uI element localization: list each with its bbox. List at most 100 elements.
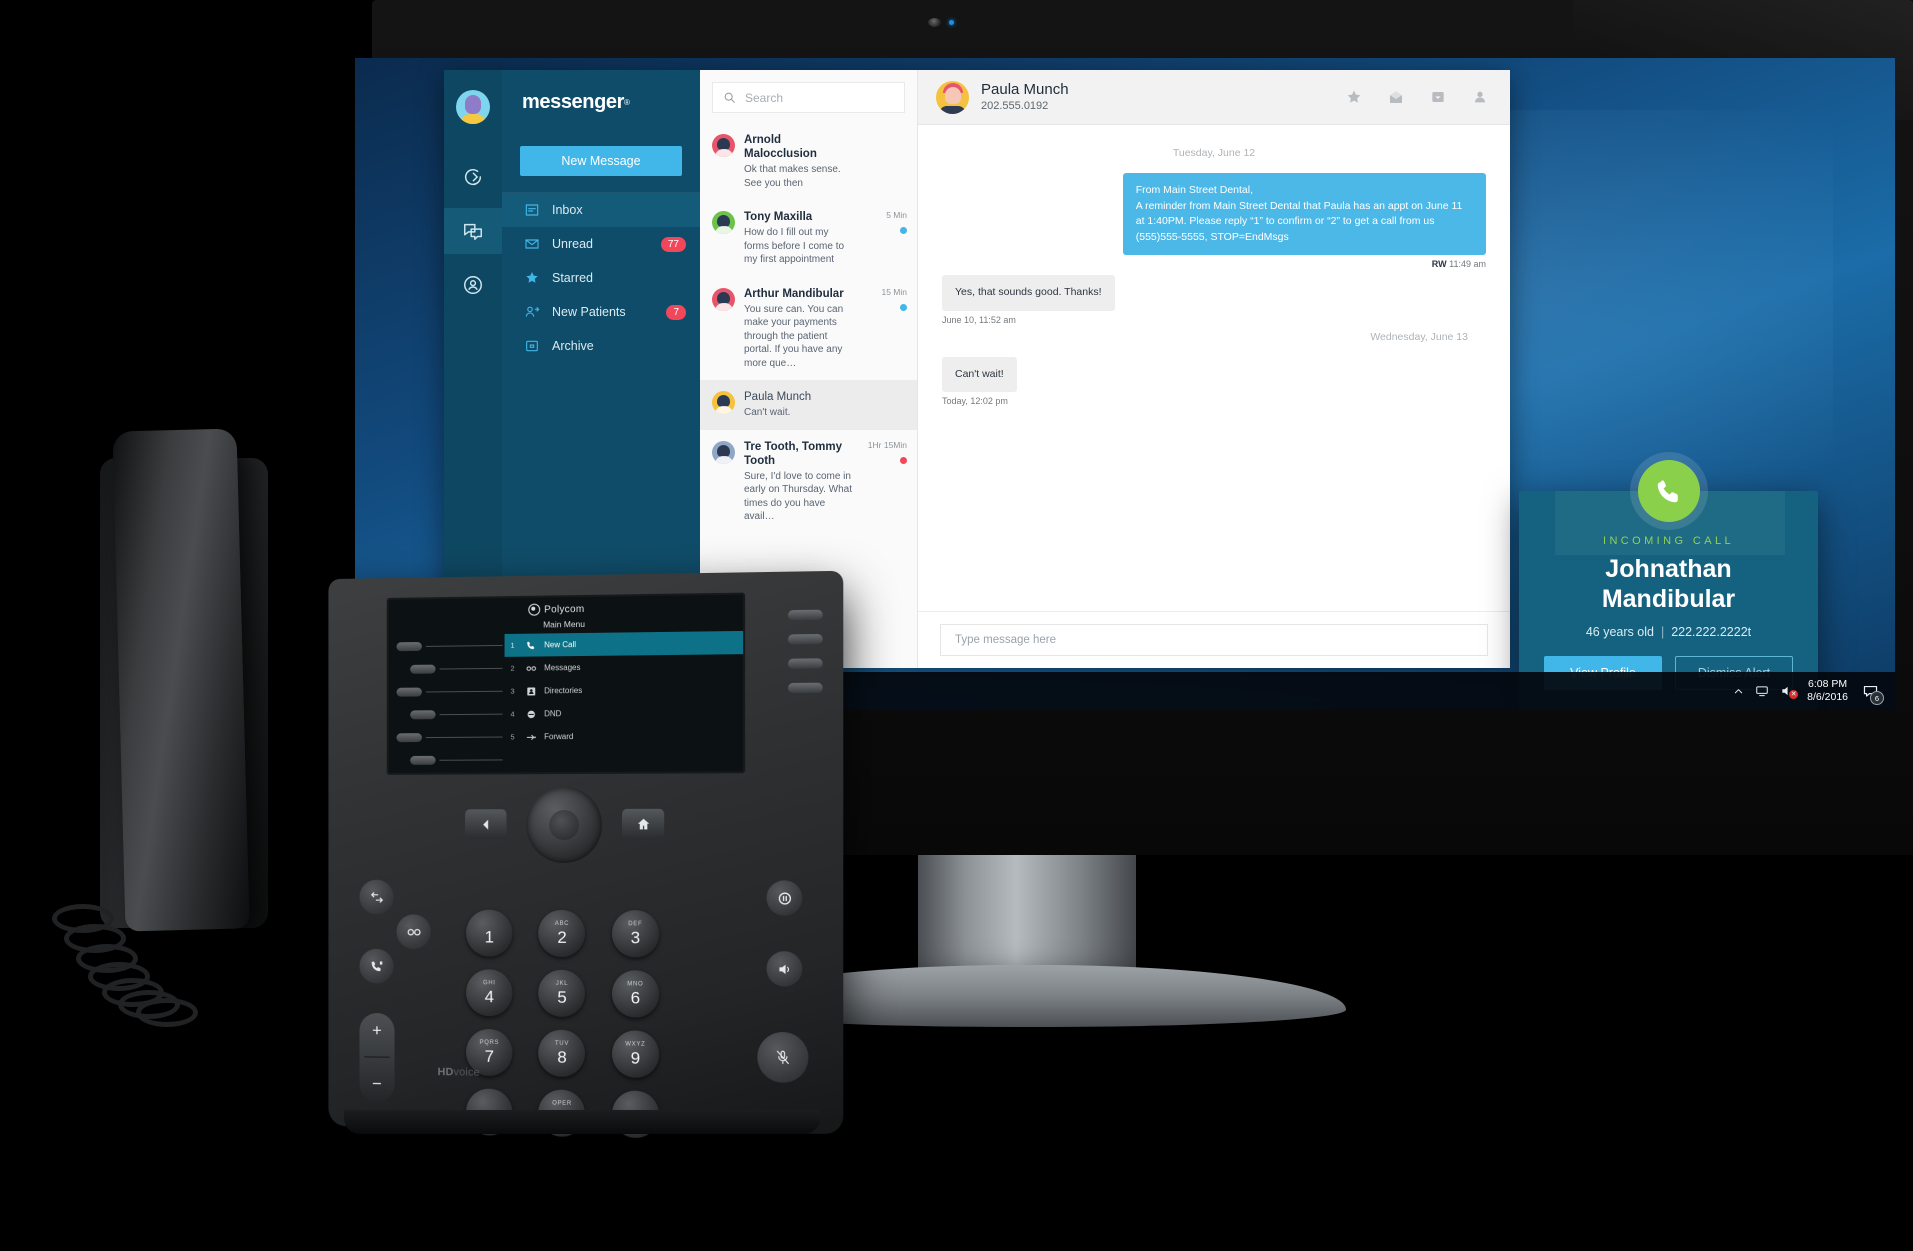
thread-contact-phone: 202.555.0192: [981, 100, 1049, 112]
keypad-key-5[interactable]: JKL 5: [538, 969, 586, 1018]
conversation-item[interactable]: Paula Munch Can't wait.: [700, 380, 917, 430]
message-scroll-area: Tuesday, June 12 From Main Street Dental,…: [918, 125, 1510, 611]
conversation-text: Tony Maxilla How do I fill out my forms b…: [744, 210, 856, 267]
nav-item-unread[interactable]: Unread 77: [502, 227, 700, 261]
message-day-separator: Tuesday, June 12: [1172, 147, 1256, 159]
handset-cord: [44, 890, 234, 1040]
sender-initials: RW: [1431, 259, 1447, 269]
message-timestamp: RW 11:49 am: [942, 259, 1486, 269]
new-message-area: New Message: [502, 134, 700, 192]
polycom-mark-icon: [528, 603, 541, 616]
back-button[interactable]: [465, 809, 507, 840]
conversation-list: Arnold Malocclusion Ok that makes sense. …: [700, 123, 917, 534]
conversation-meta: [865, 390, 907, 420]
volume-muted-icon[interactable]: ✕: [1780, 684, 1799, 699]
search-input[interactable]: [743, 89, 894, 106]
phone-menu-item[interactable]: 5 Forward: [505, 724, 744, 749]
dnd-icon: [524, 707, 538, 720]
polycom-desk-phone: Polycom Main Menu 1 New Call 2 Messages 3 Dir…: [44, 428, 844, 1210]
phone-icon: [524, 639, 538, 652]
phone-menu-number: 5: [510, 732, 515, 742]
search-box[interactable]: [712, 82, 905, 113]
mute-key[interactable]: [757, 1031, 809, 1084]
message-input[interactable]: [953, 633, 1475, 647]
phone-line-keys[interactable]: [787, 609, 829, 708]
dpad-control[interactable]: [526, 786, 602, 864]
headset-key[interactable]: [359, 948, 394, 984]
volume-up-button[interactable]: +: [372, 1021, 382, 1041]
message-bubble-in: Yes, that sounds good. Thanks!: [942, 275, 1115, 311]
profile-icon[interactable]: [1472, 89, 1488, 105]
conversation-preview: Can't wait.: [744, 407, 791, 418]
phone-handset[interactable]: [112, 428, 250, 932]
keypad-key-8[interactable]: TUV 8: [538, 1029, 586, 1078]
conversation-item[interactable]: Arthur Mandibular You sure can. You can m…: [700, 277, 917, 381]
phone-menu-item[interactable]: 1 New Call: [504, 630, 744, 657]
home-button[interactable]: [621, 808, 665, 839]
transfer-key[interactable]: [359, 879, 394, 915]
webcam-led-indicator: [949, 20, 954, 25]
nav-item-inbox[interactable]: Inbox: [502, 193, 700, 227]
show-hidden-icons[interactable]: [1733, 686, 1744, 697]
phone-menu-number: 2: [510, 663, 515, 673]
voicemail-icon: [524, 661, 538, 674]
nav-item-archive[interactable]: Archive: [502, 329, 700, 363]
phone-menu-label: DND: [544, 709, 562, 719]
keypad-key-9[interactable]: WXYZ 9: [611, 1030, 659, 1079]
conversation-item[interactable]: Arnold Malocclusion Ok that makes sense. …: [700, 123, 917, 200]
speakerphone-key[interactable]: [766, 951, 803, 987]
user-avatar[interactable]: [456, 90, 490, 124]
phone-menu-item[interactable]: 3 Directories: [505, 677, 744, 702]
volume-down-button[interactable]: −: [372, 1074, 382, 1094]
phone-main-menu: 1 New Call 2 Messages 3 Directories 4 DND 5 Forwa…: [504, 630, 744, 749]
conversation-meta: 15 Min: [865, 287, 907, 371]
keypad-digit: 5: [557, 987, 567, 1007]
dpad-select-button[interactable]: [549, 810, 580, 841]
messages-icon[interactable]: [444, 208, 502, 254]
conversation-avatar: [712, 287, 735, 311]
conversation-text: Arthur Mandibular You sure can. You can m…: [744, 287, 856, 371]
phone-menu-item[interactable]: 2 Messages: [505, 654, 744, 680]
conversation-time: 15 Min: [881, 286, 907, 297]
thread-contact-avatar: [936, 80, 969, 114]
new-message-button[interactable]: New Message: [520, 146, 682, 176]
archive-icon[interactable]: [1430, 89, 1446, 105]
volume-rocker[interactable]: + −: [359, 1012, 395, 1103]
phone-menu-label: Directories: [544, 685, 583, 696]
keypad-key-6[interactable]: MNO 6: [611, 970, 659, 1018]
thread-header: Paula Munch 202.555.0192: [918, 70, 1510, 125]
keypad-digit: 7: [484, 1046, 495, 1066]
nav-item-starred[interactable]: Starred: [502, 261, 700, 295]
contacts-icon[interactable]: [444, 262, 502, 308]
nav-item-new-patients[interactable]: New Patients 7: [502, 295, 700, 329]
voicemail-key[interactable]: [396, 914, 431, 950]
message-row: From Main Street Dental, A reminder from…: [942, 173, 1486, 269]
nav-item-label: New Patients: [552, 305, 626, 319]
phone-menu-item[interactable]: 4 DND: [505, 701, 744, 726]
caller-details: 46 years old | 222.222.2222t: [1519, 625, 1818, 639]
notification-center-icon[interactable]: 6: [1859, 680, 1884, 705]
search-area: [700, 70, 917, 123]
hold-key[interactable]: [766, 880, 803, 916]
keypad-key-2[interactable]: ABC 2: [538, 909, 586, 958]
taskbar-clock[interactable]: 6:08 PM 8/6/2016: [1807, 678, 1848, 704]
phone-keypad: 1ABC2DEF3GHI4JKL5MNO6PQRS7TUV8WXYZ9*OPER…: [453, 909, 672, 1139]
keypad-key-1[interactable]: 1: [466, 909, 513, 957]
system-tray: ✕ 6:08 PM 8/6/2016 6: [1733, 678, 1895, 705]
notification-count-badge: 6: [1870, 691, 1884, 705]
conversation-item[interactable]: Tony Maxilla How do I fill out my forms b…: [700, 200, 917, 277]
network-icon[interactable]: [1755, 684, 1769, 698]
keypad-key-3[interactable]: DEF 3: [611, 910, 659, 958]
thread-actions: [1346, 89, 1488, 105]
phone-menu-label: Messages: [544, 663, 581, 673]
person-add-icon: [525, 306, 540, 317]
inbox-icon: [525, 204, 539, 216]
mark-unread-icon[interactable]: [1388, 89, 1404, 105]
caller-age: 46 years old: [1585, 625, 1654, 639]
dashboard-icon[interactable]: [444, 154, 502, 200]
composer-box[interactable]: [940, 624, 1488, 656]
keypad-key-4[interactable]: GHI 4: [466, 969, 513, 1017]
star-icon[interactable]: [1346, 89, 1362, 105]
message-row: Can't wait! Today, 12:02 pm: [942, 356, 1486, 406]
phone-screen-title: Main Menu: [543, 618, 586, 630]
